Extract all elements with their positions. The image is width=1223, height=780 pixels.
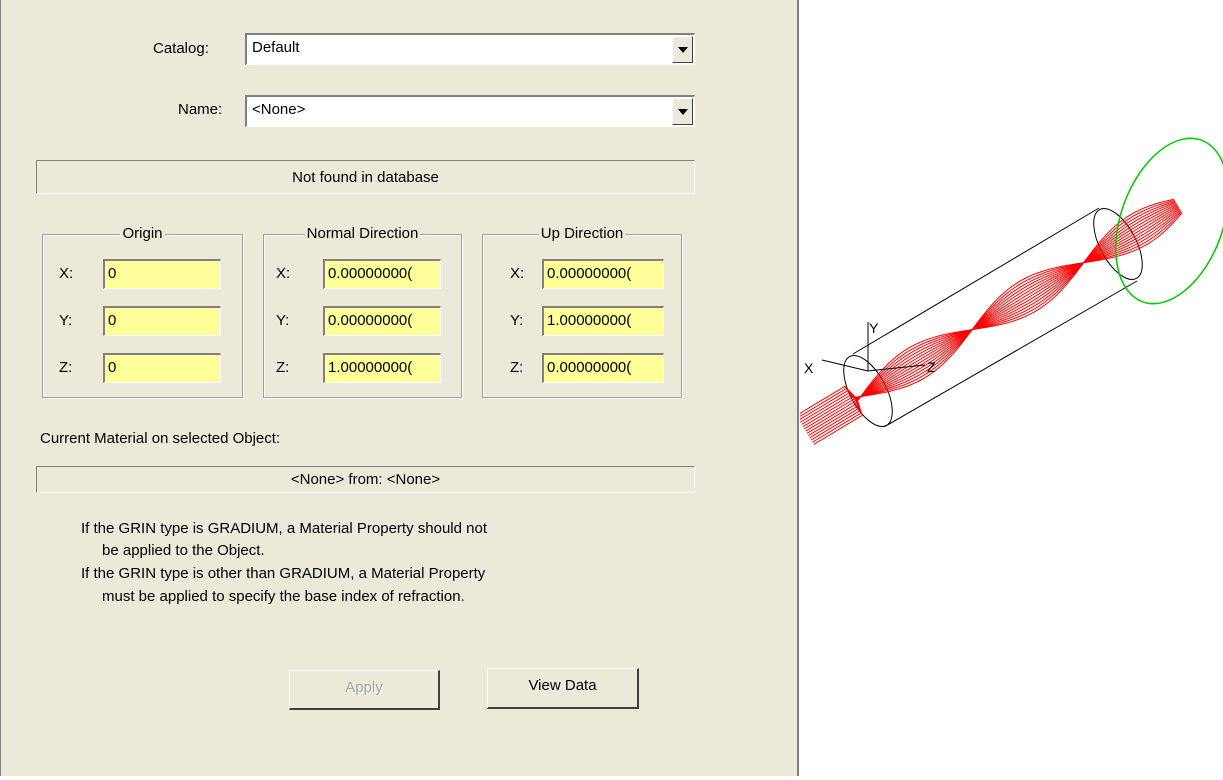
note-line-2: be applied to the Object. [102,542,265,559]
origin-y-input[interactable]: 0 [103,306,221,336]
chevron-down-icon [678,109,688,115]
view-data-button[interactable]: View Data [487,668,639,709]
up-x-label: X: [510,265,525,282]
ray-path [802,204,1178,428]
name-dropdown-button[interactable] [672,98,693,125]
origin-group: Origin X: 0 Y: 0 Z: 0 [42,225,243,398]
ray-path [806,207,1180,434]
name-value: <None> [252,101,306,118]
name-label: Name: [178,101,223,118]
origin-y-label: Y: [59,312,73,329]
y-axis-label: Y [869,320,879,336]
note-line-4: must be applied to specify the base inde… [102,588,465,605]
catalog-value: Default [252,39,300,56]
up-y-input[interactable]: 1.00000000( [542,306,664,336]
current-material-value: <None> from: <None> [36,466,695,493]
normal-x-label: X: [276,265,291,282]
ray-path [800,201,1176,423]
normal-direction-group-title: Normal Direction [304,225,421,242]
note-line-1: If the GRIN type is GRADIUM, a Material … [81,520,487,537]
up-z-label: Z: [510,359,524,376]
origin-z-input[interactable]: 0 [103,353,221,383]
normal-z-label: Z: [276,359,290,376]
catalog-label: Catalog: [153,40,209,57]
up-z-input[interactable]: 0.00000000( [542,353,664,383]
normal-z-input[interactable]: 1.00000000( [323,353,441,383]
chevron-down-icon [678,47,688,53]
up-direction-group-title: Up Direction [538,225,626,242]
normal-x-input[interactable]: 0.00000000( [323,259,441,289]
grin-lens-3d-view: Y X Z [796,137,1223,445]
note-line-3: If the GRIN type is other than GRADIUM, … [81,565,486,582]
up-x-input[interactable]: 0.00000000( [542,259,664,289]
origin-x-input[interactable]: 0 [103,259,221,289]
ray-path [796,198,1175,416]
name-dropdown[interactable]: <None> [245,95,695,127]
x-axis-label: X [804,360,814,376]
current-material-label: Current Material on selected Object: [40,430,281,447]
grin-properties-panel: Catalog: Default Name: <None> Not found … [0,0,799,776]
catalog-dropdown-button[interactable] [672,36,693,63]
normal-direction-group: Normal Direction X: 0.00000000( Y: 0.000… [263,225,462,398]
ray-path [809,209,1181,439]
origin-group-title: Origin [120,225,165,242]
apply-button[interactable]: Apply [289,670,440,710]
cylinder-top-edge [852,207,1100,355]
z-axis-label: Z [927,359,936,375]
3d-viewport[interactable]: Y X Z [796,0,1223,776]
origin-z-label: Z: [59,359,73,376]
database-status: Not found in database [36,160,695,194]
normal-y-label: Y: [276,312,290,329]
up-y-label: Y: [510,312,524,329]
ray-path [798,200,1176,421]
up-direction-group: Up Direction X: 0.00000000( Y: 1.0000000… [482,225,682,398]
catalog-dropdown[interactable]: Default [245,33,695,65]
origin-x-label: X: [59,265,74,282]
normal-y-input[interactable]: 0.00000000( [323,306,441,336]
